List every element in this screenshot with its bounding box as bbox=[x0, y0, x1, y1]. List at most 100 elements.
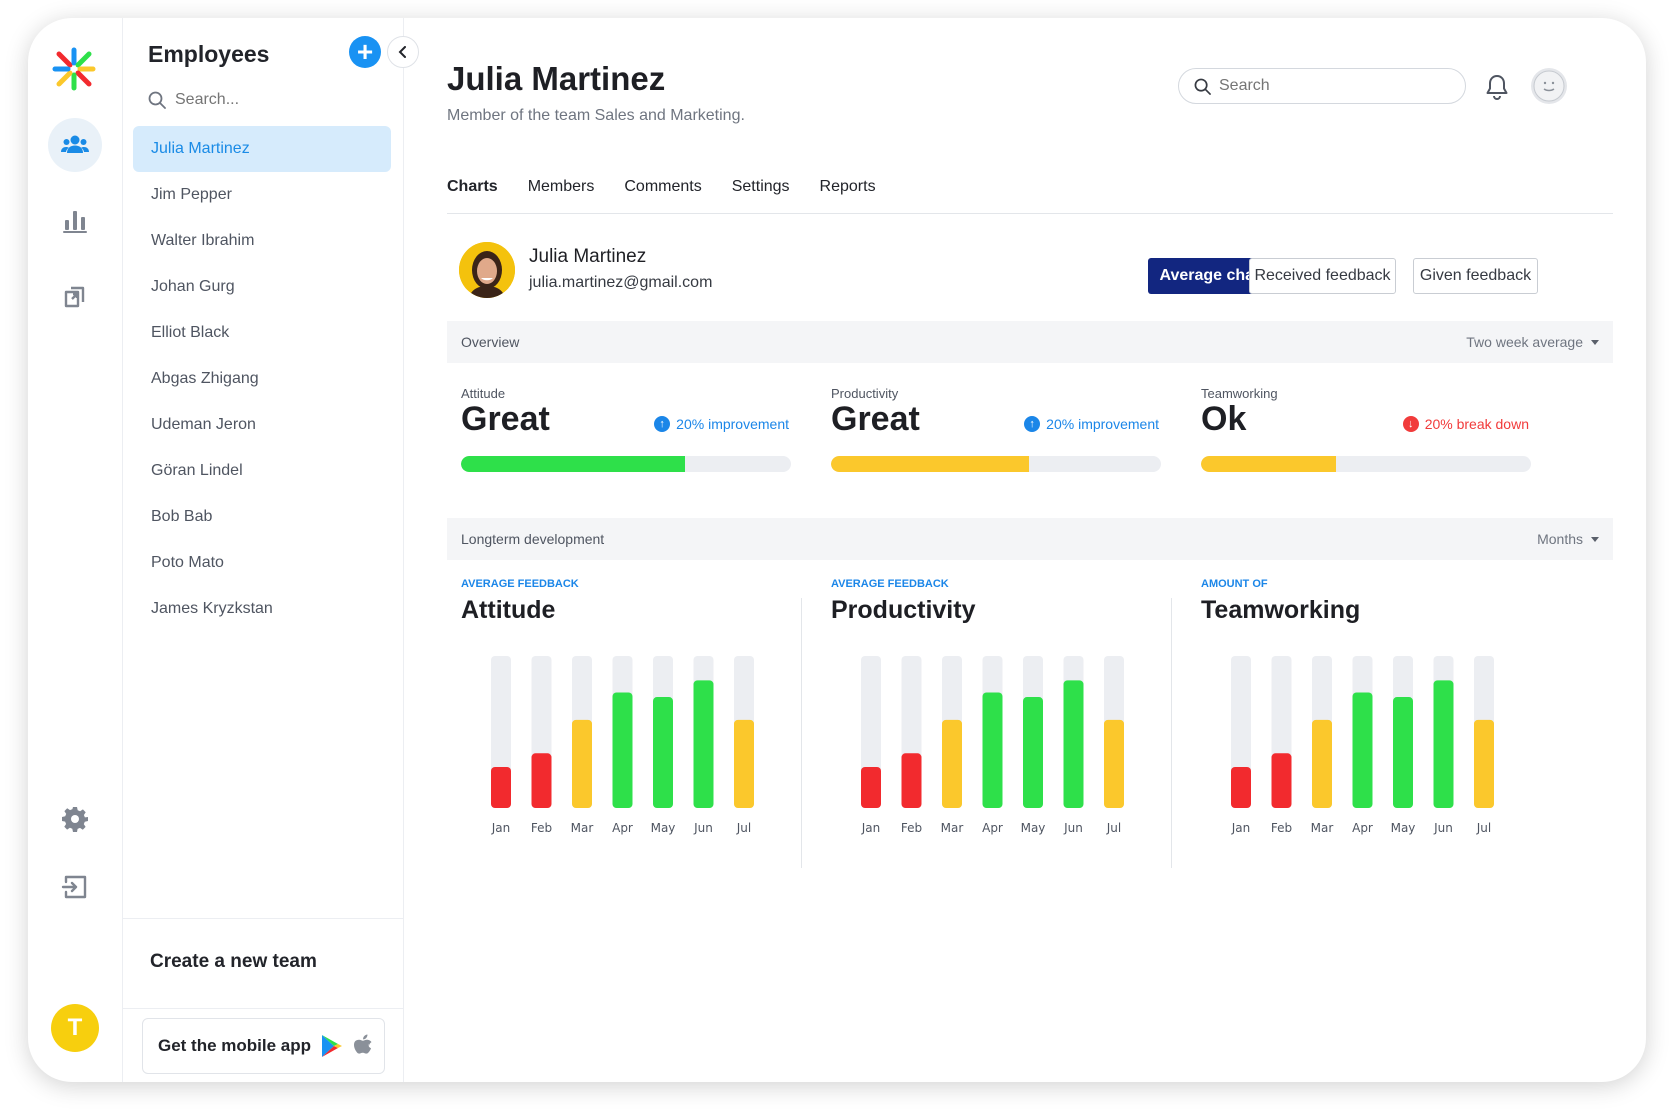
employee-item[interactable]: Bob Bab bbox=[133, 494, 391, 540]
metric-progress-track bbox=[1201, 456, 1531, 472]
longterm-range-dropdown[interactable]: Months bbox=[1537, 531, 1599, 547]
bar-apr bbox=[612, 692, 633, 808]
metric-progress-fill bbox=[461, 456, 686, 472]
employee-item[interactable]: Göran Lindel bbox=[133, 448, 391, 494]
user-avatar[interactable]: T bbox=[51, 1004, 99, 1052]
x-tick-label: Jan bbox=[1231, 821, 1251, 835]
metric-delta: ↑ 20% improvement bbox=[1024, 416, 1159, 432]
search-icon bbox=[148, 91, 166, 109]
x-tick-label: May bbox=[1391, 821, 1416, 835]
arrow-up-icon: ↑ bbox=[1024, 416, 1041, 432]
page-subtitle: Member of the team Sales and Marketing. bbox=[447, 107, 745, 124]
metric-delta-text: 20% break down bbox=[1424, 416, 1529, 432]
sidebar-divider bbox=[123, 1008, 403, 1009]
employee-item[interactable]: Udeman Jeron bbox=[133, 402, 391, 448]
chart-productivity: AVERAGE FEEDBACK Productivity Jan Feb Mar Apr… bbox=[831, 578, 1201, 858]
bell-icon[interactable] bbox=[1483, 73, 1511, 101]
mobile-app-button[interactable]: Get the mobile app bbox=[142, 1018, 385, 1074]
bar-may bbox=[1023, 697, 1043, 808]
metric-value: Great bbox=[831, 400, 920, 438]
x-tick-label: Jan bbox=[861, 821, 881, 835]
employees-sidebar: Employees + Julia MartinezJim PepperWalt… bbox=[123, 18, 419, 1082]
bar-jan bbox=[1231, 766, 1251, 808]
bar-jun bbox=[1433, 680, 1454, 808]
mobile-app-label: Get the mobile app bbox=[158, 1036, 312, 1055]
caret-down-icon bbox=[1591, 339, 1599, 345]
bar-chart-icon bbox=[63, 211, 87, 233]
overview-range-dropdown[interactable]: Two week average bbox=[1466, 334, 1599, 350]
employee-item[interactable]: James Kryzkstan bbox=[133, 586, 391, 632]
profile-avatar[interactable] bbox=[1531, 68, 1567, 104]
app-window: T Employees + Julia MartinezJim PepperWa… bbox=[28, 18, 1646, 1082]
given-feedback-button[interactable]: Given feedback bbox=[1413, 258, 1538, 294]
chart-attitude: AVERAGE FEEDBACK Attitude Jan Feb Mar Apr May J… bbox=[461, 578, 831, 858]
main-content: Julia Martinez Member of the team Sales … bbox=[404, 18, 1646, 1082]
employee-item[interactable]: Abgas Zhigang bbox=[133, 356, 391, 402]
received-feedback-button[interactable]: Received feedback bbox=[1249, 258, 1396, 294]
x-tick-label: May bbox=[1021, 821, 1046, 835]
add-employee-button[interactable]: + bbox=[349, 36, 381, 68]
metric-label: Teamworking bbox=[1201, 386, 1278, 401]
employee-item[interactable]: Walter Ibrahim bbox=[133, 218, 391, 264]
metric-label: Attitude bbox=[461, 386, 506, 401]
metric-label: Productivity bbox=[831, 386, 899, 401]
bar-feb bbox=[531, 753, 552, 808]
settings-button[interactable] bbox=[48, 792, 102, 846]
x-tick-label: Apr bbox=[612, 821, 633, 835]
tab-comments[interactable]: Comments bbox=[624, 178, 701, 213]
bar-chart: Jan Feb Mar Apr May Jun Jul bbox=[1231, 656, 1494, 835]
bar-mar bbox=[942, 719, 962, 808]
global-search-input[interactable] bbox=[1219, 77, 1449, 95]
team-icon bbox=[61, 135, 89, 153]
sidebar-divider bbox=[123, 918, 403, 919]
employee-item[interactable]: Poto Mato bbox=[133, 540, 391, 586]
logout-icon bbox=[61, 875, 87, 899]
overview-bar: Overview Two week average bbox=[447, 321, 1613, 363]
bar-jul bbox=[1474, 719, 1494, 808]
longterm-bar: Longterm development Months bbox=[447, 518, 1613, 560]
x-tick-label: Mar bbox=[1311, 821, 1334, 835]
metric-delta: ↑ 20% improvement bbox=[654, 416, 789, 432]
x-tick-label: Jul bbox=[736, 821, 751, 835]
search-icon bbox=[1194, 78, 1211, 95]
tab-settings[interactable]: Settings bbox=[732, 178, 790, 213]
employee-item[interactable]: Elliot Black bbox=[133, 310, 391, 356]
page-title: Julia Martinez bbox=[447, 60, 666, 97]
rail-team-button[interactable] bbox=[48, 118, 102, 172]
employee-item[interactable]: Julia Martinez bbox=[133, 126, 391, 172]
tab-reports[interactable]: Reports bbox=[820, 178, 876, 213]
bar-mar bbox=[572, 719, 592, 808]
chart-divider bbox=[1171, 598, 1172, 868]
bar-may bbox=[653, 697, 673, 808]
metric-progress-fill bbox=[1201, 456, 1337, 472]
bar-jun bbox=[693, 680, 714, 808]
rail-analytics-button[interactable] bbox=[48, 193, 102, 247]
x-tick-label: Jul bbox=[1106, 821, 1121, 835]
x-tick-label: Feb bbox=[1271, 821, 1292, 835]
metric-progress-fill bbox=[831, 456, 1029, 472]
employee-item[interactable]: Johan Gurg bbox=[133, 264, 391, 310]
rail-documents-button[interactable] bbox=[48, 269, 102, 323]
metric-value: Ok bbox=[1201, 400, 1247, 438]
chart-subtitle: AVERAGE FEEDBACK bbox=[461, 578, 579, 590]
apple-icon bbox=[354, 1034, 372, 1054]
employee-item[interactable]: Jim Pepper bbox=[133, 172, 391, 218]
metric-attitude: Attitude Great ↑ 20% improvement bbox=[461, 386, 791, 472]
overview-label: Overview bbox=[461, 334, 520, 350]
metric-delta: ↓ 20% break down bbox=[1402, 416, 1529, 432]
bar-jul bbox=[734, 719, 754, 808]
profile-email: julia.martinez@gmail.com bbox=[529, 274, 713, 291]
tab-members[interactable]: Members bbox=[528, 178, 595, 213]
bar-feb bbox=[901, 753, 922, 808]
logout-button[interactable] bbox=[48, 860, 102, 914]
metric-progress-track bbox=[831, 456, 1161, 472]
tab-charts[interactable]: Charts bbox=[447, 178, 498, 213]
x-tick-label: Mar bbox=[571, 821, 594, 835]
bar-chart: Jan Feb Mar Apr May Jun Jul bbox=[861, 656, 1124, 835]
create-team-link[interactable]: Create a new team bbox=[150, 951, 317, 973]
x-tick-label: May bbox=[651, 821, 676, 835]
bar-apr bbox=[982, 692, 1003, 808]
arrow-up-icon: ↑ bbox=[654, 416, 671, 432]
employee-search-input[interactable] bbox=[175, 91, 365, 109]
overview-range-value: Two week average bbox=[1466, 334, 1583, 350]
